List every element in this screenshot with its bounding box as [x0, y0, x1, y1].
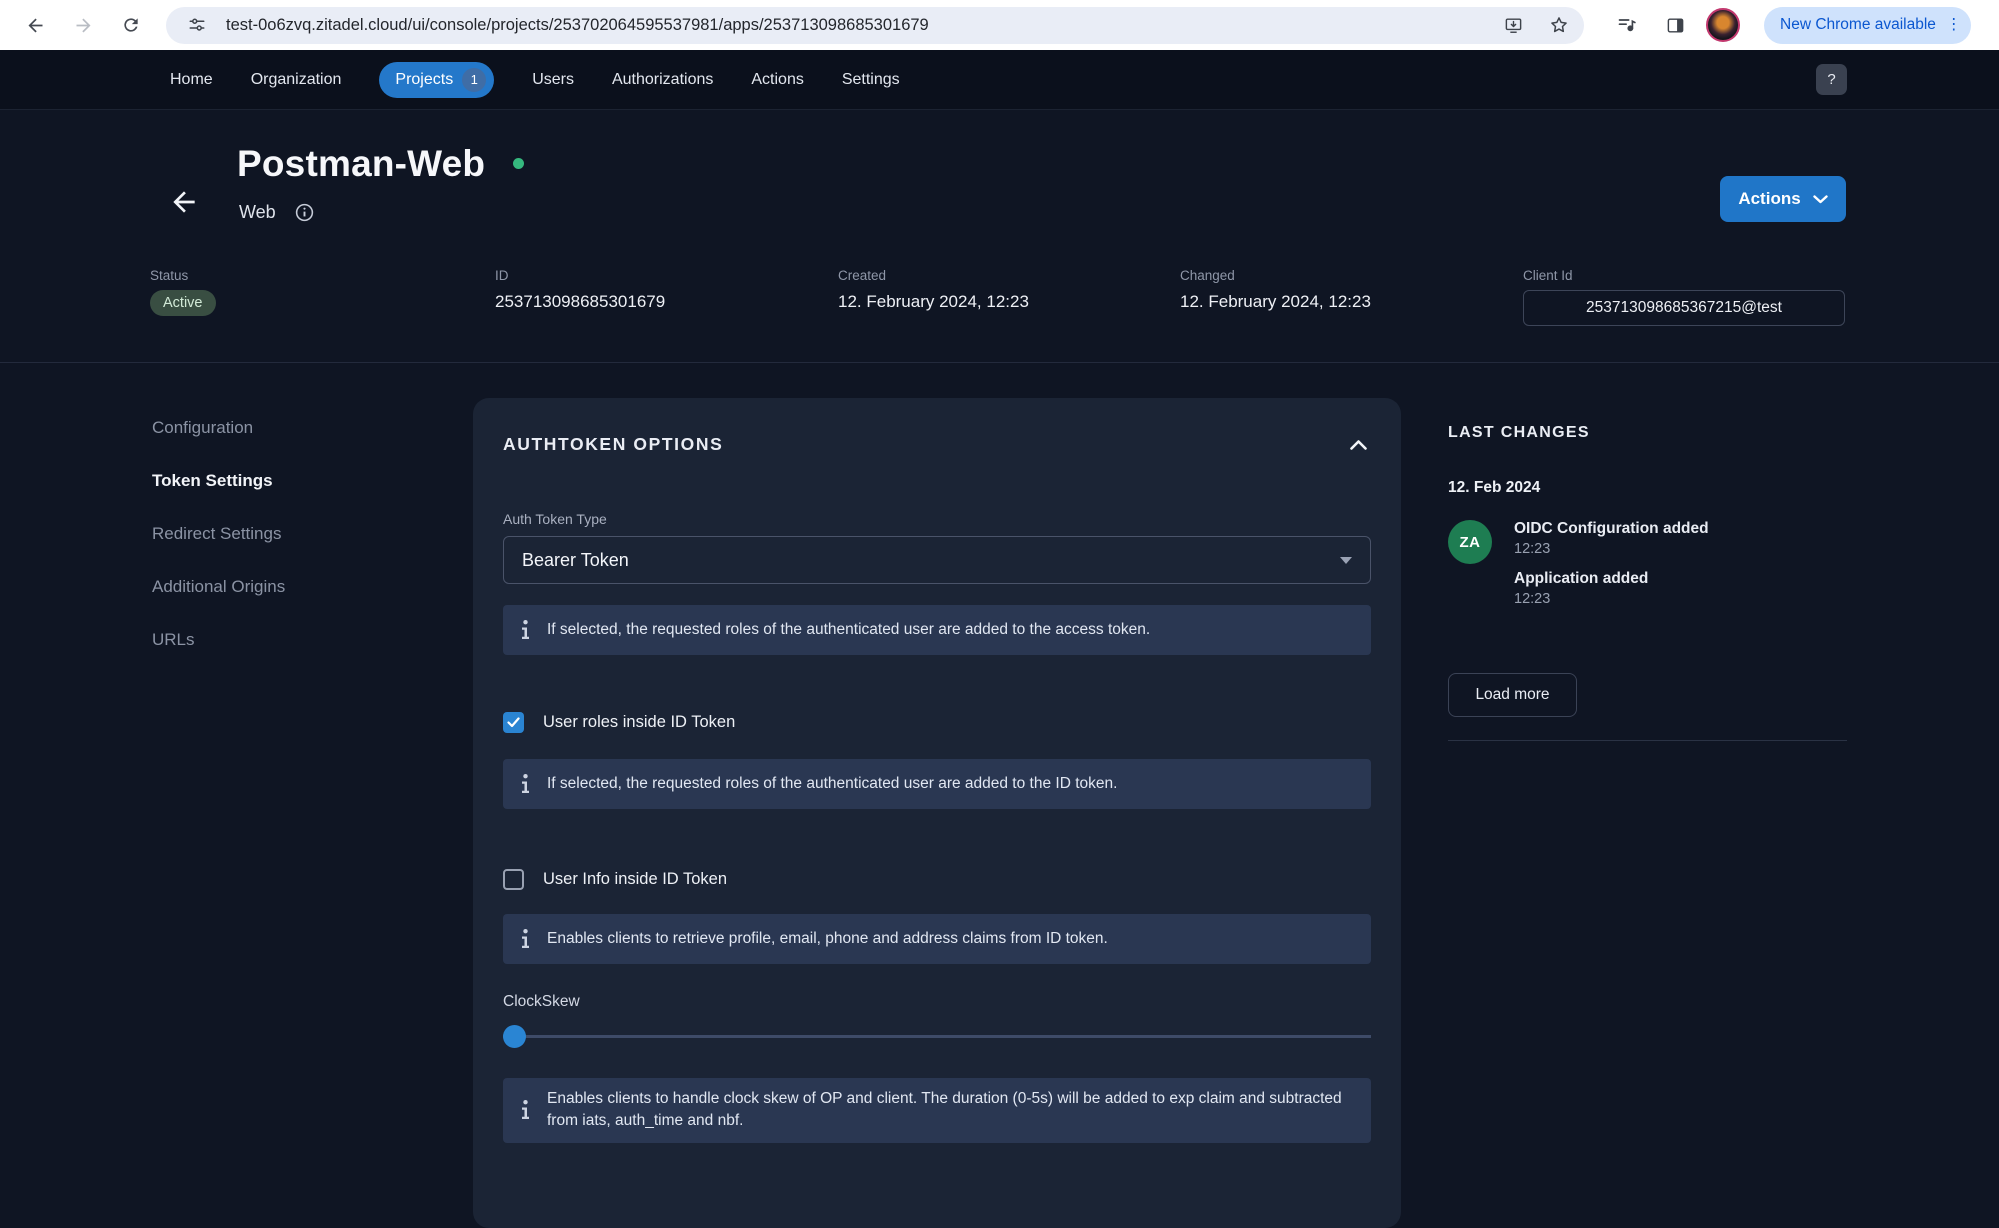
browser-back-icon[interactable] — [16, 6, 54, 44]
nav-item-projects-label: Projects — [395, 70, 454, 88]
info-i-icon — [521, 774, 530, 794]
checkbox-user-roles-row[interactable]: User roles inside ID Token — [503, 712, 1371, 733]
browser-profile-avatar[interactable] — [1706, 8, 1740, 42]
header-divider — [0, 362, 1999, 363]
changes-divider — [1448, 740, 1847, 741]
media-controls-icon[interactable] — [1610, 8, 1644, 42]
id-label: ID — [495, 268, 509, 283]
nav-item-actions[interactable]: Actions — [751, 71, 803, 89]
created-label: Created — [838, 268, 887, 283]
event-title: OIDC Configuration added — [1514, 520, 1709, 537]
nav-item-home[interactable]: Home — [170, 71, 213, 89]
id-value: 253713098685301679 — [495, 292, 666, 311]
changed-label: Changed — [1180, 268, 1235, 283]
sidebar-item-urls[interactable]: URLs — [152, 630, 442, 650]
status-badge: Active — [150, 290, 216, 316]
back-button-icon[interactable] — [168, 186, 200, 218]
changed-value: 12. February 2024, 12:23 — [1180, 292, 1371, 311]
event-title: Application added — [1514, 570, 1649, 587]
checkbox-unchecked-icon[interactable] — [503, 869, 524, 890]
bookmark-star-icon[interactable] — [1542, 8, 1576, 42]
browser-toolbar: test-0o6zvq.zitadel.cloud/ui/console/pro… — [0, 0, 1999, 50]
avatar: ZA — [1448, 520, 1492, 564]
note-clockskew: Enables clients to handle clock skew of … — [503, 1078, 1371, 1143]
sidebar-item-configuration[interactable]: Configuration — [152, 418, 442, 438]
last-changes-panel: LAST CHANGES 12. Feb 2024 ZA OIDC Config… — [1448, 398, 1847, 741]
checkbox-checked-icon[interactable] — [503, 712, 524, 733]
auth-token-type-value: Bearer Token — [522, 549, 629, 570]
slider-thumb[interactable] — [503, 1025, 526, 1048]
settings-sidebar: Configuration Token Settings Redirect Se… — [152, 418, 442, 683]
browser-reload-icon[interactable] — [112, 6, 150, 44]
browser-menu-icon[interactable]: ⋮ — [1946, 17, 1962, 33]
app-header: Postman-Web Web Actions Status Active ID… — [0, 110, 1999, 363]
actions-button[interactable]: Actions — [1720, 176, 1846, 222]
auth-token-type-select[interactable]: Bearer Token — [503, 536, 1371, 584]
event-time: 12:23 — [1514, 541, 1551, 557]
nav-item-authorizations[interactable]: Authorizations — [612, 71, 713, 89]
slider-track[interactable] — [503, 1035, 1371, 1038]
actions-button-label: Actions — [1738, 189, 1801, 208]
side-panel-icon[interactable] — [1658, 8, 1692, 42]
authtoken-options-card: AUTHTOKEN OPTIONS Auth Token Type Bearer… — [473, 398, 1401, 1228]
client-id-label: Client Id — [1523, 268, 1573, 283]
active-state-dot — [513, 158, 524, 169]
nav-item-projects[interactable]: Projects 1 — [379, 61, 495, 98]
browser-forward-icon[interactable] — [64, 6, 102, 44]
select-caret-icon — [1340, 556, 1352, 564]
nav-item-users[interactable]: Users — [532, 71, 574, 89]
address-bar[interactable]: test-0o6zvq.zitadel.cloud/ui/console/pro… — [166, 6, 1584, 44]
checkbox-user-info-label: User Info inside ID Token — [543, 870, 728, 888]
checkbox-user-roles-label: User roles inside ID Token — [543, 713, 736, 731]
sidebar-item-token-settings[interactable]: Token Settings — [152, 471, 442, 491]
load-more-button[interactable]: Load more — [1448, 673, 1577, 717]
note-access-token-text: If selected, the requested roles of the … — [547, 620, 1151, 638]
projects-count-badge: 1 — [462, 67, 487, 92]
last-changes-heading: LAST CHANGES — [1448, 424, 1590, 441]
info-i-icon — [521, 1100, 530, 1120]
client-id-value[interactable]: 253713098685367215@test — [1523, 290, 1845, 326]
app-type-label: Web — [239, 202, 276, 222]
nav-item-settings[interactable]: Settings — [842, 71, 900, 89]
note-id-token-text: If selected, the requested roles of the … — [547, 774, 1118, 792]
nav-item-organization[interactable]: Organization — [251, 71, 342, 89]
chrome-update-button[interactable]: New Chrome available ⋮ — [1764, 6, 1972, 44]
clockskew-label: ClockSkew — [503, 993, 580, 1010]
info-i-icon — [521, 929, 530, 949]
chrome-update-label: New Chrome available — [1780, 16, 1936, 33]
help-button[interactable]: ? — [1816, 64, 1847, 95]
sidebar-item-additional-origins[interactable]: Additional Origins — [152, 577, 442, 597]
note-access-token: If selected, the requested roles of the … — [503, 605, 1371, 655]
chevron-up-icon[interactable] — [1346, 436, 1371, 454]
created-value: 12. February 2024, 12:23 — [838, 292, 1029, 311]
change-event: Application added 12:23 — [1514, 570, 1709, 607]
event-time: 12:23 — [1514, 591, 1551, 607]
change-event: OIDC Configuration added 12:23 — [1514, 520, 1709, 557]
console-navbar: Home Organization Projects 1 Users Autho… — [0, 50, 1999, 110]
note-id-token: If selected, the requested roles of the … — [503, 759, 1371, 809]
sidebar-item-redirect-settings[interactable]: Redirect Settings — [152, 524, 442, 544]
info-i-icon — [521, 620, 530, 640]
url-text[interactable]: test-0o6zvq.zitadel.cloud/ui/console/pro… — [226, 16, 1484, 35]
clockskew-slider[interactable] — [503, 1021, 1371, 1051]
checkbox-user-info-row[interactable]: User Info inside ID Token — [503, 869, 1371, 890]
install-app-icon[interactable] — [1496, 8, 1530, 42]
status-label: Status — [150, 268, 189, 283]
chevron-down-icon — [1812, 194, 1828, 203]
page-title: Postman-Web — [237, 143, 486, 184]
note-userinfo-text: Enables clients to retrieve profile, ema… — [547, 929, 1108, 947]
changes-date: 12. Feb 2024 — [1448, 479, 1541, 496]
card-title: AUTHTOKEN OPTIONS — [503, 434, 724, 454]
note-clockskew-text: Enables clients to handle clock skew of … — [547, 1090, 1342, 1130]
auth-token-type-label: Auth Token Type — [503, 511, 607, 527]
site-settings-icon[interactable] — [180, 8, 214, 42]
note-userinfo: Enables clients to retrieve profile, ema… — [503, 914, 1371, 964]
info-icon[interactable] — [294, 202, 315, 223]
